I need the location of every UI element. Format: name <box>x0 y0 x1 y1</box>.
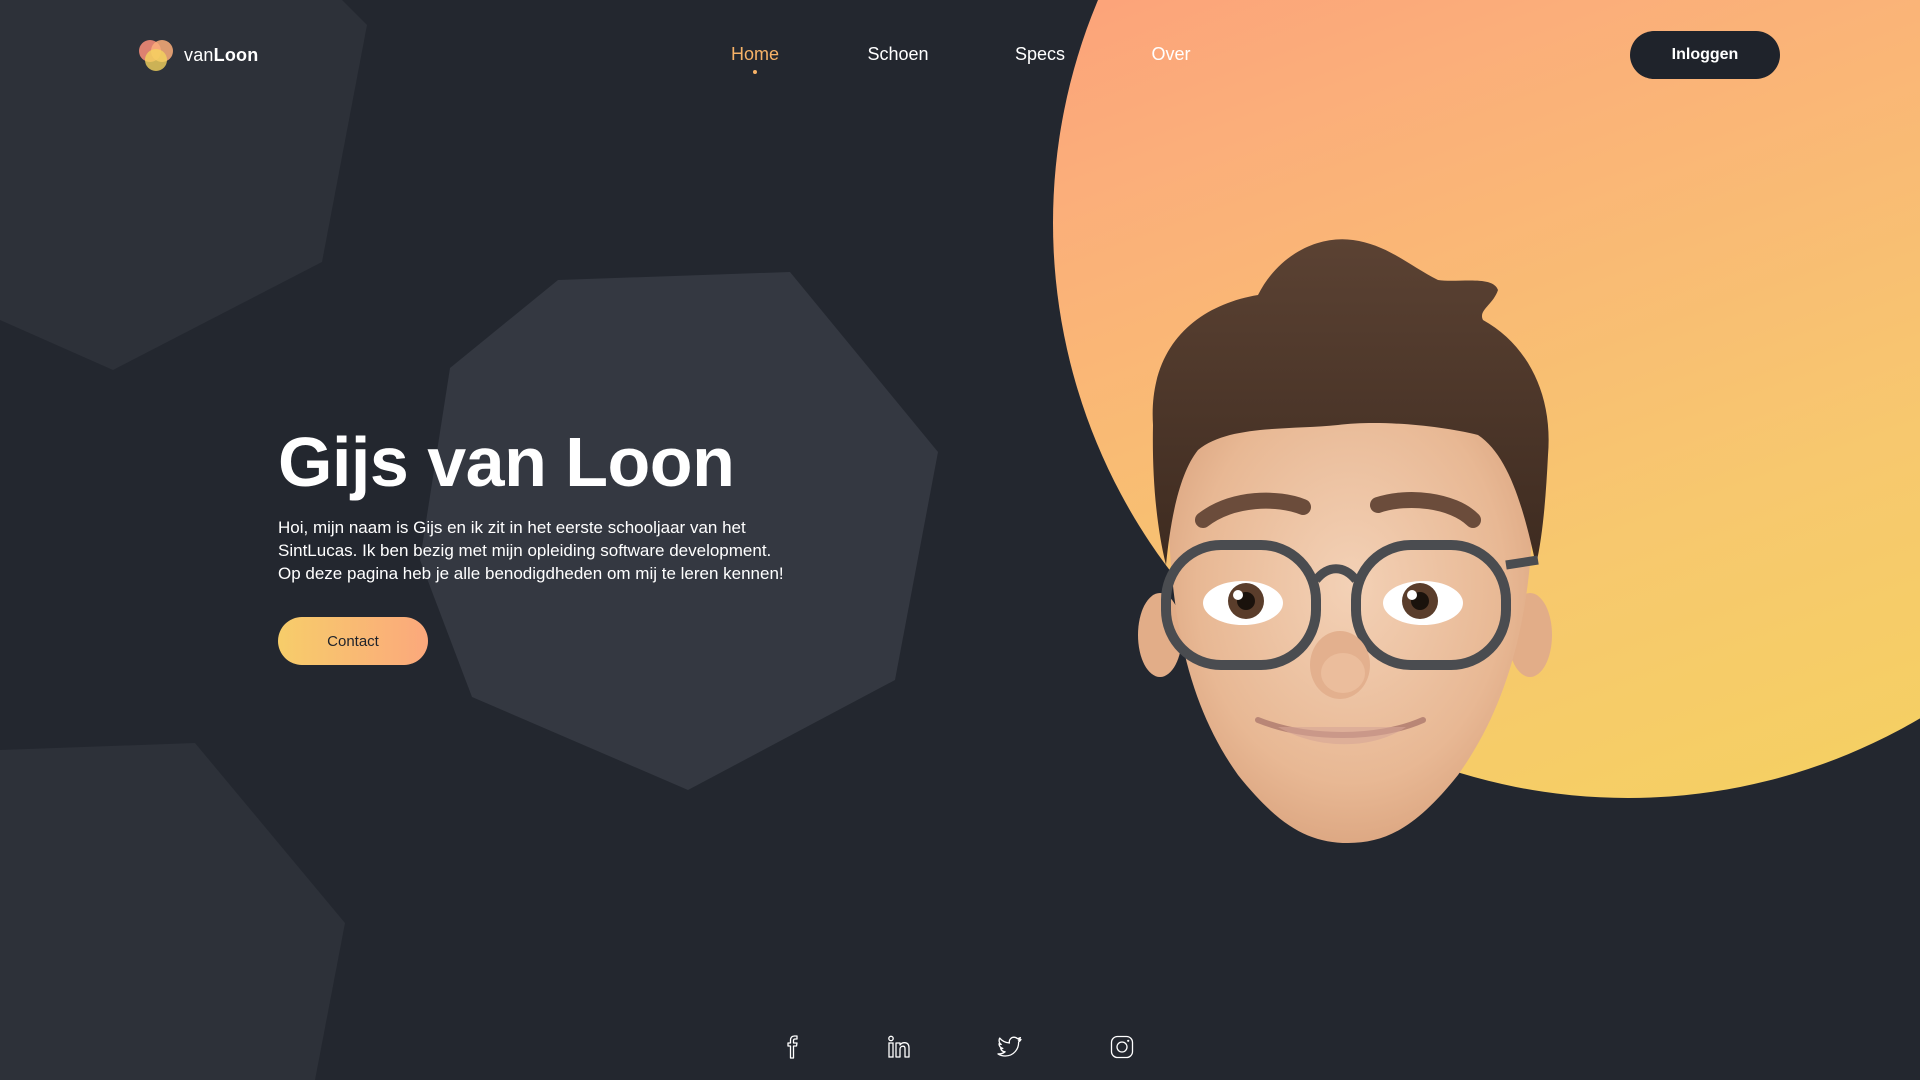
linkedin-icon <box>888 1035 910 1058</box>
facebook-link[interactable] <box>780 1034 806 1060</box>
facebook-icon <box>787 1035 798 1059</box>
hero-description-line: Op deze pagina heb je alle benodigdheden… <box>278 564 784 583</box>
hero-description: Hoi, mijn naam is Gijs en ik zit in het … <box>278 516 838 585</box>
twitter-link[interactable] <box>997 1034 1023 1060</box>
hero-title: Gijs van Loon <box>278 423 735 501</box>
instagram-icon <box>1110 1035 1134 1059</box>
contact-button[interactable]: Contact <box>278 617 428 665</box>
nav-item-schoen[interactable]: Schoen <box>867 44 928 65</box>
page: vanLoon Home Schoen Specs Over Inloggen <box>0 0 1920 1080</box>
linkedin-link[interactable] <box>886 1034 912 1060</box>
hero-description-line: SintLucas. Ik ben bezig met mijn opleidi… <box>278 541 772 560</box>
login-button[interactable]: Inloggen <box>1630 31 1780 79</box>
hero-description-line: Hoi, mijn naam is Gijs en ik zit in het … <box>278 518 746 537</box>
instagram-link[interactable] <box>1109 1034 1135 1060</box>
avatar-illustration <box>1138 239 1552 843</box>
nav-item-over[interactable]: Over <box>1151 44 1190 65</box>
nav-item-specs[interactable]: Specs <box>1015 44 1065 65</box>
bg-hexagon-bottom-left <box>0 743 345 1080</box>
nav-item-home[interactable]: Home <box>731 44 779 74</box>
social-links <box>0 1034 1920 1060</box>
twitter-icon <box>997 1036 1022 1057</box>
